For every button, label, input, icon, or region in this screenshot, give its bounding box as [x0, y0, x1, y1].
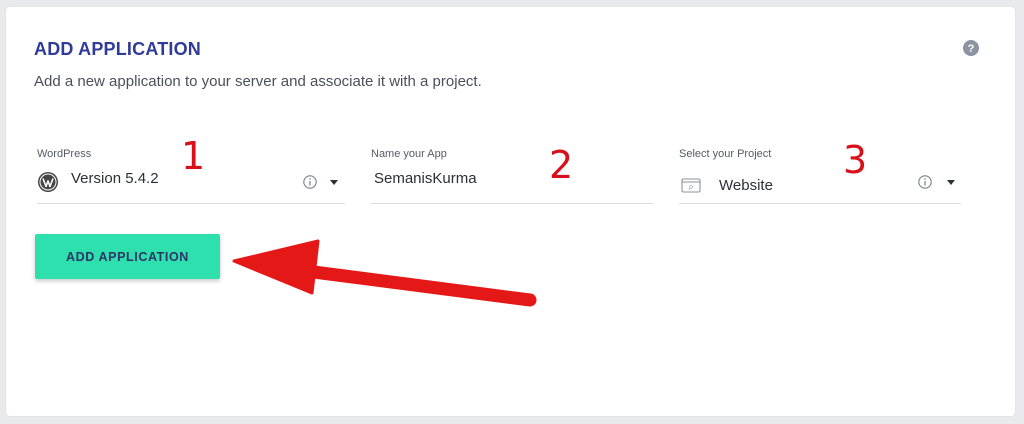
annotation-arrow [232, 239, 537, 307]
add-application-card: ADD APPLICATION ? Add a new application … [6, 7, 1015, 416]
